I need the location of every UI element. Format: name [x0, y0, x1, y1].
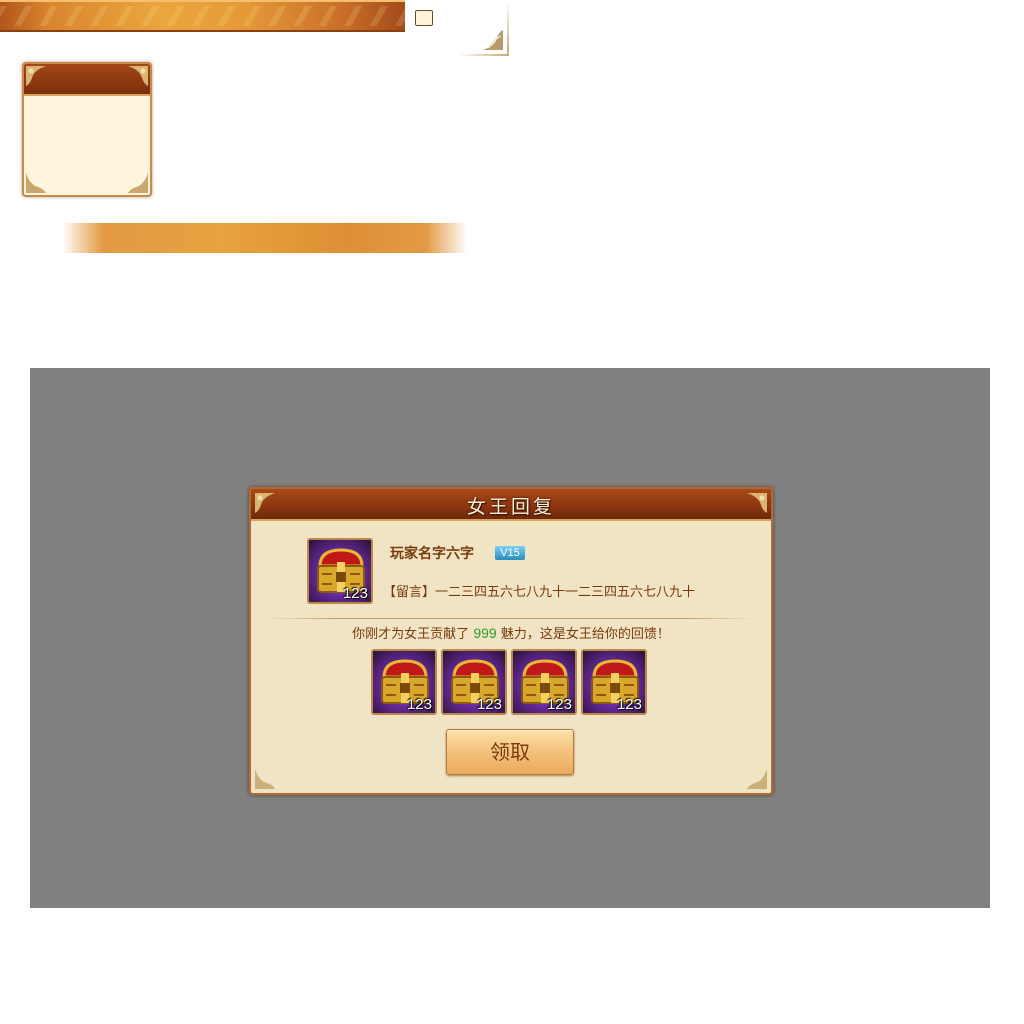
panel-frame-sprite: [22, 62, 152, 197]
divider: [265, 618, 757, 619]
corner-ornament-icon: [745, 767, 769, 791]
corner-ornament-icon: [253, 767, 277, 791]
player-avatar-item[interactable]: 123: [307, 538, 373, 604]
queen-reply-dialog: 女王回复 123 玩家名字六字 V15 【留言】一二三四五六七八九十一二三四五六…: [249, 487, 773, 795]
modal-overlay: 女王回复 123 玩家名字六字 V15 【留言】一二三四五六七八九十一二三四五六…: [30, 368, 990, 908]
corner-ornament-icon: [745, 491, 769, 515]
contribution-amount: 999: [473, 625, 497, 641]
player-name: 玩家名字六字: [390, 546, 474, 562]
item-count: 123: [406, 696, 432, 713]
claim-button[interactable]: 领取: [446, 729, 574, 775]
checkbox-sprite[interactable]: [415, 10, 433, 26]
reward-item[interactable]: 123: [511, 649, 577, 715]
item-count: 123: [342, 585, 368, 602]
item-count: 123: [616, 696, 642, 713]
contribution-prefix: 你刚才为女王贡献了: [352, 627, 470, 642]
frame-corner-sprite: [458, 0, 509, 56]
corner-ornament-icon: [24, 171, 48, 195]
player-message: 【留言】一二三四五六七八九十一二三四五六七八九十: [383, 585, 696, 600]
corner-ornament-icon: [126, 64, 150, 88]
banner-strip-middle: [62, 223, 467, 253]
item-count: 123: [476, 696, 502, 713]
item-count: 123: [546, 696, 572, 713]
reward-item[interactable]: 123: [581, 649, 647, 715]
reward-item[interactable]: 123: [371, 649, 437, 715]
dialog-title-bar: 女王回复: [251, 489, 771, 521]
vip-badge: V15: [495, 546, 525, 560]
corner-ornament-icon: [481, 28, 505, 52]
contribution-text: 你刚才为女王贡献了 999 魅力，这是女王给你的回馈！: [251, 623, 771, 642]
corner-ornament-icon: [253, 491, 277, 515]
dialog-title: 女王回复: [466, 496, 555, 518]
corner-ornament-icon: [126, 171, 150, 195]
reward-item[interactable]: 123: [441, 649, 507, 715]
corner-ornament-icon: [24, 64, 48, 88]
contribution-suffix: 魅力，这是女王给你的回馈！: [500, 627, 670, 642]
banner-strip-top: [0, 0, 405, 32]
